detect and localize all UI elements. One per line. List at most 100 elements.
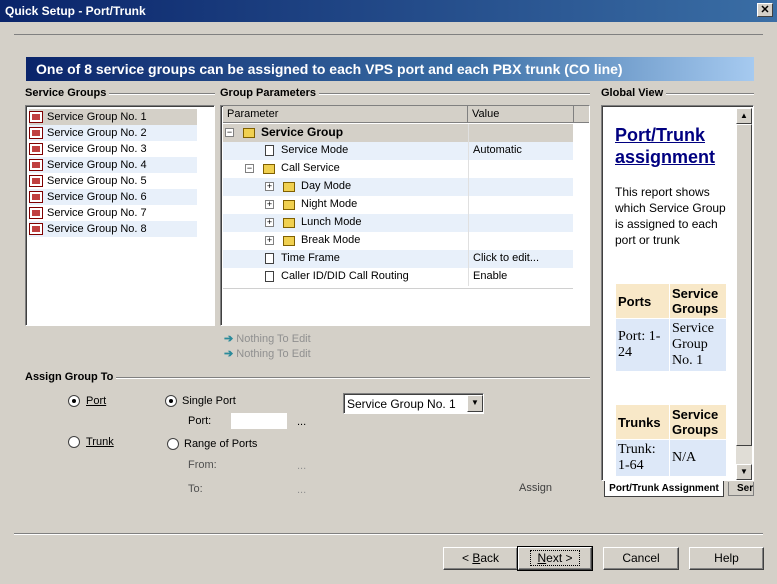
value-divider xyxy=(468,124,469,142)
window-title: Quick Setup - Port/Trunk xyxy=(5,4,146,18)
list-item-label: Service Group No. 2 xyxy=(47,127,147,139)
top-divider xyxy=(14,34,763,35)
list-item[interactable]: Service Group No. 1 xyxy=(29,109,197,125)
service-group-icon xyxy=(29,159,43,171)
trunk-radio[interactable] xyxy=(68,436,80,448)
column-header-value[interactable]: Value xyxy=(468,106,574,123)
global-view-header: Global View xyxy=(601,87,667,99)
tree-row-lunch-mode[interactable]: + Lunch Mode xyxy=(223,214,573,232)
from-browse-button[interactable]: ... xyxy=(297,460,306,472)
expand-icon[interactable]: + xyxy=(265,236,274,245)
assign-button[interactable]: Assign xyxy=(519,482,552,494)
tree-label: Service Group xyxy=(261,125,344,139)
service-groups-header: Service Groups xyxy=(25,87,110,99)
collapse-icon[interactable]: − xyxy=(225,128,234,137)
bottom-divider xyxy=(14,533,763,535)
service-group-select[interactable]: Service Group No. 1 ▼ xyxy=(343,393,484,414)
service-group-icon xyxy=(29,143,43,155)
document-icon xyxy=(265,253,274,264)
nothing-to-edit-hint: ➔ Nothing To Edit xyxy=(224,332,311,345)
tree-value[interactable]: Enable xyxy=(473,270,507,282)
list-item-label: Service Group No. 7 xyxy=(47,207,147,219)
port-radio-label[interactable]: Port xyxy=(86,395,106,407)
tree-label: Caller ID/DID Call Routing xyxy=(281,270,409,282)
table-bottom-line xyxy=(223,288,573,289)
tree-value[interactable]: Automatic xyxy=(473,144,522,156)
folder-icon xyxy=(283,182,295,192)
tree-label: Day Mode xyxy=(301,180,352,192)
range-of-ports-radio[interactable] xyxy=(167,438,179,450)
list-item-label: Service Group No. 3 xyxy=(47,143,147,155)
trunks-value: Trunk: 1-64 xyxy=(615,439,670,477)
next-button-label: Next > xyxy=(530,550,580,566)
scroll-up-icon[interactable]: ▲ xyxy=(736,108,752,124)
tree-row-call-service[interactable]: − Call Service xyxy=(223,160,573,178)
title-bar: Quick Setup - Port/Trunk ✕ xyxy=(0,0,777,22)
single-port-radio[interactable] xyxy=(165,395,177,407)
list-item[interactable]: Service Group No. 4 xyxy=(29,157,197,173)
collapse-icon[interactable]: − xyxy=(245,164,254,173)
from-label: From: xyxy=(188,459,217,471)
ports-sg-header: Service Groups xyxy=(669,283,727,319)
scroll-down-icon[interactable]: ▼ xyxy=(736,464,752,480)
tree-value[interactable]: Click to edit... xyxy=(473,252,539,264)
close-button[interactable]: ✕ xyxy=(757,3,773,17)
tree-row-break-mode[interactable]: + Break Mode xyxy=(223,232,573,250)
port-radio[interactable] xyxy=(68,395,80,407)
range-of-ports-label[interactable]: Range of Ports xyxy=(184,438,257,450)
list-item[interactable]: Service Group No. 5 xyxy=(29,173,197,189)
list-item[interactable]: Service Group No. 7 xyxy=(29,205,197,221)
expand-icon[interactable]: + xyxy=(265,200,274,209)
value-divider xyxy=(468,142,469,160)
list-item[interactable]: Service Group No. 8 xyxy=(29,221,197,237)
expand-icon[interactable]: + xyxy=(265,218,274,227)
tree-row-night-mode[interactable]: + Night Mode xyxy=(223,196,573,214)
ports-sg-value: Service Group No. 1 xyxy=(669,318,727,372)
list-item-label: Service Group No. 8 xyxy=(47,223,147,235)
report-title[interactable]: Port/Trunk assignment xyxy=(615,124,715,168)
next-button[interactable]: Next > xyxy=(517,546,593,571)
global-view-scrollbar[interactable]: ▲ ▼ xyxy=(736,108,752,480)
port-browse-button[interactable]: ... xyxy=(297,416,306,428)
list-item[interactable]: Service Group No. 3 xyxy=(29,141,197,157)
folder-icon xyxy=(243,128,255,138)
back-button[interactable]: < Back xyxy=(443,547,518,570)
to-browse-button[interactable]: ... xyxy=(297,484,306,496)
tree-row-service-mode[interactable]: Service Mode Automatic xyxy=(223,142,573,160)
info-banner: One of 8 service groups can be assigned … xyxy=(26,57,754,81)
list-item-label: Service Group No. 1 xyxy=(47,111,147,123)
tab-service[interactable]: Ser xyxy=(728,482,754,496)
value-divider xyxy=(468,268,469,286)
chevron-down-icon[interactable]: ▼ xyxy=(467,395,483,412)
tree-body: − Service Group Service Mode Automatic −… xyxy=(223,124,573,288)
tree-row-day-mode[interactable]: + Day Mode xyxy=(223,178,573,196)
value-divider xyxy=(468,160,469,178)
tree-row-service-group[interactable]: − Service Group xyxy=(223,124,573,142)
service-group-icon xyxy=(29,207,43,219)
trunks-header: Trunks xyxy=(615,404,670,440)
document-icon xyxy=(265,271,274,282)
list-item[interactable]: Service Group No. 2 xyxy=(29,125,197,141)
column-header-parameter[interactable]: Parameter xyxy=(223,106,468,123)
list-item[interactable]: Service Group No. 6 xyxy=(29,189,197,205)
arrow-right-icon: ➔ xyxy=(224,333,234,345)
expand-icon[interactable]: + xyxy=(265,182,274,191)
tab-port-trunk-assignment[interactable]: Port/Trunk Assignment xyxy=(604,481,724,497)
cancel-button[interactable]: Cancel xyxy=(603,547,679,570)
tree-label: Service Mode xyxy=(281,144,349,156)
single-port-label[interactable]: Single Port xyxy=(182,395,236,407)
scrollbar-thumb[interactable] xyxy=(736,124,752,446)
tree-row-caller-id-routing[interactable]: Caller ID/DID Call Routing Enable xyxy=(223,268,573,286)
folder-icon xyxy=(283,200,295,210)
report-title-line: assignment xyxy=(615,147,716,167)
help-button[interactable]: Help xyxy=(689,547,764,570)
value-divider xyxy=(468,250,469,268)
service-groups-list[interactable]: Service Group No. 1 Service Group No. 2 … xyxy=(25,105,215,326)
group-parameters-table[interactable]: Parameter Value − Service Group Service … xyxy=(220,105,590,326)
trunk-radio-label[interactable]: Trunk xyxy=(86,436,114,448)
service-group-icon xyxy=(29,191,43,203)
to-label: To: xyxy=(188,483,203,495)
port-input[interactable] xyxy=(231,413,287,429)
global-view-panel[interactable]: Port/Trunk assignment This report shows … xyxy=(601,105,754,481)
tree-row-time-frame[interactable]: Time Frame Click to edit... xyxy=(223,250,573,268)
